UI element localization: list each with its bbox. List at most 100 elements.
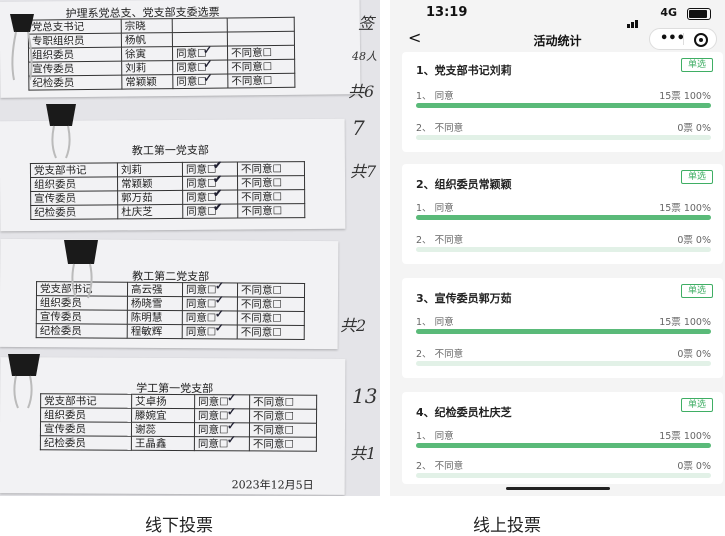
option-result: 2、 不同意 0票 0%	[416, 232, 711, 256]
table-row: 纪检委员 程敏辉 同意☐ ✓ 不同意☐	[36, 321, 305, 340]
option-stat: 0票 0%	[677, 349, 711, 360]
checkmark-icon: ✓	[214, 293, 225, 307]
question-card: 1、党支部书记刘莉 单选 1、 同意 15票 100% 2、 不同意 0票 0%	[402, 52, 723, 152]
progress-track	[416, 329, 711, 334]
progress-track	[416, 135, 711, 140]
ballot-table: 党总支书记 宗晓 专职组织员 杨帆 组织委员 徐寅 同意☐ ✓ 不同意☐ 宣传委员 刘莉 同意☐…	[28, 17, 296, 91]
progress-fill	[416, 329, 711, 334]
table-row: 纪检委员 常颖颖 同意☐ ✓ 不同意☐	[28, 71, 295, 91]
option-label: 2、 不同意	[416, 349, 464, 360]
option-result: 2、 不同意 0票 0%	[416, 346, 711, 370]
option-result: 2、 不同意 0票 0%	[416, 458, 711, 482]
nav-bar: < 活动统计 •••	[390, 26, 725, 52]
handwritten-note: 共1	[350, 444, 377, 463]
option-label: 1、 同意	[416, 317, 454, 328]
progress-fill	[416, 215, 711, 220]
progress-track	[416, 443, 711, 448]
binder-clip-icon	[8, 354, 40, 409]
handwritten-note: 13	[352, 384, 378, 408]
handwritten-note: 7	[352, 116, 365, 140]
handwritten-note: 共2	[340, 316, 367, 335]
online-vote-phone-screen: 13:19 4G < 活动统计 ••• 1、党支部书记刘莉 单选 1、 同意 1…	[390, 0, 725, 496]
option-stat: 0票 0%	[677, 235, 711, 246]
question-card: 3、宣传委员郭万茹 单选 1、 同意 15票 100% 2、 不同意 0票 0%	[402, 278, 723, 378]
single-choice-badge: 单选	[680, 58, 713, 72]
ballot-sheet: 学工第一党支部 党支部书记 艾卓扬 同意☐ ✓ 不同意☐ 组织委员 滕婉宜 同意☐ ✓ 不同意☐…	[0, 357, 346, 495]
progress-track	[416, 103, 711, 108]
offline-ballot-photo: 护理系党总支、党支部支委选票 党总支书记 宗晓 专职组织员 杨帆 组织委员 徐寅 同意☐…	[0, 0, 380, 496]
question-title: 4、纪检委员杜庆芝	[416, 406, 512, 419]
table-row: 党支部书记 艾卓扬 同意☐ ✓ 不同意☐	[40, 391, 317, 410]
single-choice-badge: 单选	[680, 284, 713, 298]
option-result: 2、 不同意 0票 0%	[416, 120, 711, 144]
more-button[interactable]: •••	[660, 31, 685, 46]
option-label: 1、 同意	[416, 91, 454, 102]
ballot-title: 教工第一党支部	[131, 143, 209, 158]
table-row: 组织委员 滕婉宜 同意☐ ✓ 不同意☐	[40, 405, 317, 424]
handwritten-note: 签	[358, 14, 375, 33]
ballot-date: 2023年12月5日	[231, 478, 314, 492]
binder-clip-icon	[46, 104, 76, 159]
ballot-sheet: 教工第二党支部 党支部书记 高云强 同意☐ ✓ 不同意☐ 组织委员 杨晓雪 同意☐ ✓ 不同意☐…	[0, 238, 339, 350]
question-title: 1、党支部书记刘莉	[416, 64, 512, 77]
checkmark-icon: ✓	[226, 433, 237, 447]
status-time: 13:19	[426, 5, 468, 20]
checkmark-icon: ✓	[214, 307, 225, 321]
option-label: 2、 不同意	[416, 235, 464, 246]
table-row: 纪检委员 王晶鑫 同意☐ ✓ 不同意☐	[40, 433, 317, 452]
checkmark-icon: ✓	[227, 405, 237, 419]
handwritten-note: 48人	[352, 50, 377, 63]
battery-icon	[687, 8, 711, 20]
option-result: 1、 同意 15票 100%	[416, 428, 711, 452]
table-row: 宣传委员 谢蕊 同意☐ ✓ 不同意☐	[40, 419, 317, 438]
close-target-icon[interactable]	[694, 33, 708, 47]
binder-clip-icon	[10, 14, 34, 81]
option-label: 2、 不同意	[416, 461, 464, 472]
option-stat: 15票 100%	[659, 91, 711, 102]
checkmark-icon: ✓	[203, 57, 213, 71]
online-caption: 线上投票	[473, 516, 541, 536]
offline-caption: 线下投票	[145, 516, 213, 536]
option-stat: 0票 0%	[677, 461, 711, 472]
single-choice-badge: 单选	[680, 170, 713, 184]
option-stat: 15票 100%	[659, 317, 711, 328]
progress-fill	[416, 103, 711, 108]
progress-track	[416, 247, 711, 252]
capsule-divider	[683, 33, 684, 45]
checkmark-icon: ✔	[212, 158, 223, 172]
option-label: 1、 同意	[416, 203, 454, 214]
question-title: 3、宣传委员郭万茹	[416, 292, 512, 305]
option-result: 1、 同意 15票 100%	[416, 314, 711, 338]
option-result: 1、 同意 15票 100%	[416, 200, 711, 224]
checkmark-icon: ✓	[226, 419, 237, 433]
binder-clip-icon	[64, 240, 98, 299]
question-card: 2、组织委员常颖颖 单选 1、 同意 15票 100% 2、 不同意 0票 0%	[402, 164, 723, 264]
progress-track	[416, 473, 711, 478]
ballot-sheet: 护理系党总支、党支部支委选票 党总支书记 宗晓 专职组织员 杨帆 组织委员 徐寅 同意☐…	[0, 0, 361, 98]
checkmark-icon: ✓	[202, 43, 213, 57]
checkmark-icon: ✓	[227, 391, 237, 405]
option-stat: 0票 0%	[677, 123, 711, 134]
table-row: 纪检委员 杜庆芝 同意☐ ✔ 不同意☐	[30, 200, 305, 220]
checkmark-icon: ✔	[213, 186, 223, 200]
checkmark-icon: ✔	[213, 200, 223, 214]
progress-track	[416, 215, 711, 220]
progress-track	[416, 361, 711, 366]
status-bar: 13:19 4G	[390, 0, 725, 28]
question-title: 2、组织委员常颖颖	[416, 178, 512, 191]
checkmark-icon: ✓	[203, 71, 213, 85]
option-result: 1、 同意 15票 100%	[416, 88, 711, 112]
question-card: 4、纪检委员杜庆芝 单选 1、 同意 15票 100% 2、 不同意 0票 0%	[402, 392, 723, 484]
option-stat: 15票 100%	[659, 203, 711, 214]
checkmark-icon: ✓	[214, 321, 225, 335]
option-label: 2、 不同意	[416, 123, 464, 134]
handwritten-note: 共6	[348, 82, 375, 101]
option-stat: 15票 100%	[659, 431, 711, 442]
ballot-table: 党支部书记 刘莉 同意☐ ✔ 不同意☐ 组织委员 常颖颖 同意☐ ✔ 不同意☐ 宣传委员 郭万茹同…	[30, 158, 305, 220]
ballot-table: 党支部书记 艾卓扬 同意☐ ✓ 不同意☐ 组织委员 滕婉宜 同意☐ ✓ 不同意☐ 宣传委员 谢蕊同…	[40, 391, 317, 452]
progress-fill	[416, 443, 711, 448]
mini-program-capsule: •••	[649, 28, 717, 50]
option-label: 1、 同意	[416, 431, 454, 442]
checkmark-icon: ✔	[212, 172, 223, 186]
single-choice-badge: 单选	[680, 398, 713, 412]
